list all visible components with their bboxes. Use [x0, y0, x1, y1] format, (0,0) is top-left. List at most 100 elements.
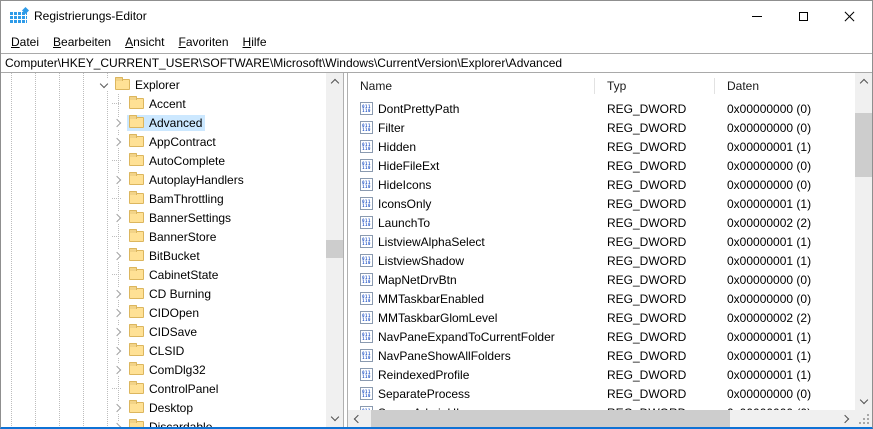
- scroll-right-button[interactable]: [838, 410, 855, 427]
- tree-item-comdlg32[interactable]: ComDlg32: [1, 360, 326, 379]
- registry-value-row[interactable]: 011 110 NavPaneShowAllFolders REG_DWORD 0x00…: [348, 346, 855, 365]
- tree-item-label: CabinetState: [149, 267, 219, 282]
- tree-item-cabinetstate[interactable]: CabinetState: [1, 265, 326, 284]
- tree-item-bannerstore[interactable]: BannerStore: [1, 227, 326, 246]
- registry-value-row[interactable]: 011 110 LaunchTo REG_DWORD 0x00000002 (2): [348, 213, 855, 232]
- tree-node[interactable]: ComDlg32: [127, 362, 209, 378]
- tree-item-desktop[interactable]: Desktop: [1, 398, 326, 417]
- menu-datei[interactable]: Datei: [4, 33, 46, 51]
- tree-item-bamthrottling[interactable]: BamThrottling: [1, 189, 326, 208]
- menu-datei-accel: D: [11, 35, 20, 49]
- tree-node[interactable]: Explorer: [113, 77, 183, 93]
- tree-node[interactable]: BamThrottling: [127, 191, 227, 207]
- maximize-button[interactable]: [780, 1, 826, 31]
- tree-item-cidopen[interactable]: CIDOpen: [1, 303, 326, 322]
- chevron-right-icon[interactable]: [112, 325, 124, 338]
- chevron-right-icon[interactable]: [112, 211, 124, 224]
- tree-node[interactable]: BannerSettings: [127, 210, 234, 226]
- menu-bearbeiten[interactable]: Bearbeiten: [46, 33, 118, 51]
- tree-node[interactable]: BannerStore: [127, 229, 219, 245]
- chevron-down-icon[interactable]: [98, 78, 110, 91]
- list-horizontal-scrollbar[interactable]: [348, 410, 855, 427]
- tree-item-autoplayhandlers[interactable]: AutoplayHandlers: [1, 170, 326, 189]
- menu-favoriten[interactable]: Favoriten: [171, 33, 235, 51]
- tree-item-advanced[interactable]: Advanced: [1, 113, 326, 132]
- registry-value-row[interactable]: 011 110 DontPrettyPath REG_DWORD 0x00000000 …: [348, 99, 855, 118]
- tree-item-autocomplete[interactable]: AutoComplete: [1, 151, 326, 170]
- tree-node[interactable]: Desktop: [127, 400, 196, 416]
- list-scrollbar-thumb[interactable]: [855, 113, 872, 177]
- chevron-right-icon[interactable]: [112, 306, 124, 319]
- tree-item-bannersettings[interactable]: BannerSettings: [1, 208, 326, 227]
- registry-value-row[interactable]: 011 110 SeparateProcess REG_DWORD 0x00000000…: [348, 384, 855, 403]
- registry-value-row[interactable]: 011 110 Filter REG_DWORD 0x00000000 (0): [348, 118, 855, 137]
- value-data: 0x00000001 (1): [727, 329, 812, 344]
- tree-node[interactable]: CIDOpen: [127, 305, 202, 321]
- chevron-right-icon[interactable]: [112, 173, 124, 186]
- registry-value-row[interactable]: 011 110 ListviewShadow REG_DWORD 0x00000001 …: [348, 251, 855, 270]
- tree-node[interactable]: AppContract: [127, 134, 219, 150]
- scroll-up-button[interactable]: [326, 73, 343, 90]
- chevron-right-icon[interactable]: [112, 363, 124, 376]
- tree-vertical-scrollbar[interactable]: [326, 73, 343, 427]
- close-button[interactable]: [826, 1, 872, 31]
- tree-node[interactable]: BitBucket: [127, 248, 203, 264]
- tree-item-cd-burning[interactable]: CD Burning: [1, 284, 326, 303]
- scroll-down-button[interactable]: [855, 393, 872, 410]
- column-header-name[interactable]: Name: [348, 78, 595, 94]
- tree-node[interactable]: AutoComplete: [127, 153, 228, 169]
- tree-item-cidsave[interactable]: CIDSave: [1, 322, 326, 341]
- tree-node[interactable]: ControlPanel: [127, 381, 221, 397]
- tree-item-controlpanel[interactable]: ControlPanel: [1, 379, 326, 398]
- list-scrollbar-thumb-horizontal[interactable]: [371, 410, 730, 427]
- chevron-right-icon[interactable]: [112, 287, 124, 300]
- tree-item-clsid[interactable]: CLSID: [1, 341, 326, 360]
- chevron-right-icon[interactable]: [112, 401, 124, 414]
- tree-node[interactable]: AutoplayHandlers: [127, 172, 247, 188]
- registry-value-row[interactable]: 011 110 ReindexedProfile REG_DWORD 0x0000000…: [348, 365, 855, 384]
- registry-value-row[interactable]: 011 110 NavPaneExpandToCurrentFolder REG_DW…: [348, 327, 855, 346]
- scroll-left-button[interactable]: [348, 410, 365, 427]
- tree-node[interactable]: CD Burning: [127, 286, 214, 302]
- tree-item-bitbucket[interactable]: BitBucket: [1, 246, 326, 265]
- tree-item-appcontract[interactable]: AppContract: [1, 132, 326, 151]
- tree-item-explorer[interactable]: Explorer: [1, 75, 326, 94]
- menu-hilfe[interactable]: Hilfe: [236, 33, 274, 51]
- tree-node[interactable]: CIDSave: [127, 324, 200, 340]
- registry-value-row[interactable]: 011 110 MapNetDrvBtn REG_DWORD 0x00000000 (0…: [348, 270, 855, 289]
- registry-value-row[interactable]: 011 110 ListviewAlphaSelect REG_DWORD 0x0000…: [348, 232, 855, 251]
- regedit-app-icon: [10, 8, 27, 24]
- value-data: 0x00000001 (1): [727, 348, 812, 363]
- scroll-down-button[interactable]: [326, 410, 343, 427]
- menu-ansicht[interactable]: Ansicht: [118, 33, 171, 51]
- chevron-right-icon[interactable]: [112, 249, 124, 262]
- folder-icon: [129, 153, 144, 166]
- registry-value-row[interactable]: 011 110 Hidden REG_DWORD 0x00000001 (1): [348, 137, 855, 156]
- tree-item-discardable[interactable]: Discardable: [1, 417, 326, 427]
- chevron-right-icon[interactable]: [112, 116, 124, 129]
- tree-scrollbar-thumb[interactable]: [326, 240, 343, 258]
- registry-value-row[interactable]: 011 110 MMTaskbarEnabled REG_DWORD 0x0000000…: [348, 289, 855, 308]
- chevron-right-icon[interactable]: [112, 420, 124, 427]
- resize-grip[interactable]: [855, 410, 872, 427]
- registry-value-row[interactable]: 011 110 MMTaskbarGlomLevel REG_DWORD 0x00000…: [348, 308, 855, 327]
- value-type: REG_DWORD: [607, 120, 687, 135]
- minimize-button[interactable]: [734, 1, 780, 31]
- tree-node[interactable]: CLSID: [127, 343, 187, 359]
- registry-value-row[interactable]: 011 110 HideFileExt REG_DWORD 0x00000000 (0): [348, 156, 855, 175]
- column-header-daten[interactable]: Daten: [715, 78, 855, 94]
- tree-node[interactable]: Accent: [127, 96, 189, 112]
- list-vertical-scrollbar[interactable]: [855, 73, 872, 410]
- registry-value-row[interactable]: 011 110 IconsOnly REG_DWORD 0x00000001 (1): [348, 194, 855, 213]
- tree-node[interactable]: Advanced: [127, 114, 206, 131]
- registry-value-row[interactable]: 011110ServerAdminUIREG_DWORD0x00000000 (…: [348, 403, 855, 410]
- chevron-right-icon[interactable]: [112, 344, 124, 357]
- tree-node[interactable]: Discardable: [127, 419, 215, 427]
- tree-node[interactable]: CabinetState: [127, 267, 221, 283]
- tree-item-accent[interactable]: Accent: [1, 94, 326, 113]
- scroll-up-button[interactable]: [855, 73, 872, 90]
- registry-value-row[interactable]: 011 110 HideIcons REG_DWORD 0x00000000 (0): [348, 175, 855, 194]
- chevron-right-icon[interactable]: [112, 135, 124, 148]
- address-bar[interactable]: Computer\HKEY_CURRENT_USER\SOFTWARE\Micr…: [1, 53, 872, 73]
- column-header-typ[interactable]: Typ: [595, 78, 715, 94]
